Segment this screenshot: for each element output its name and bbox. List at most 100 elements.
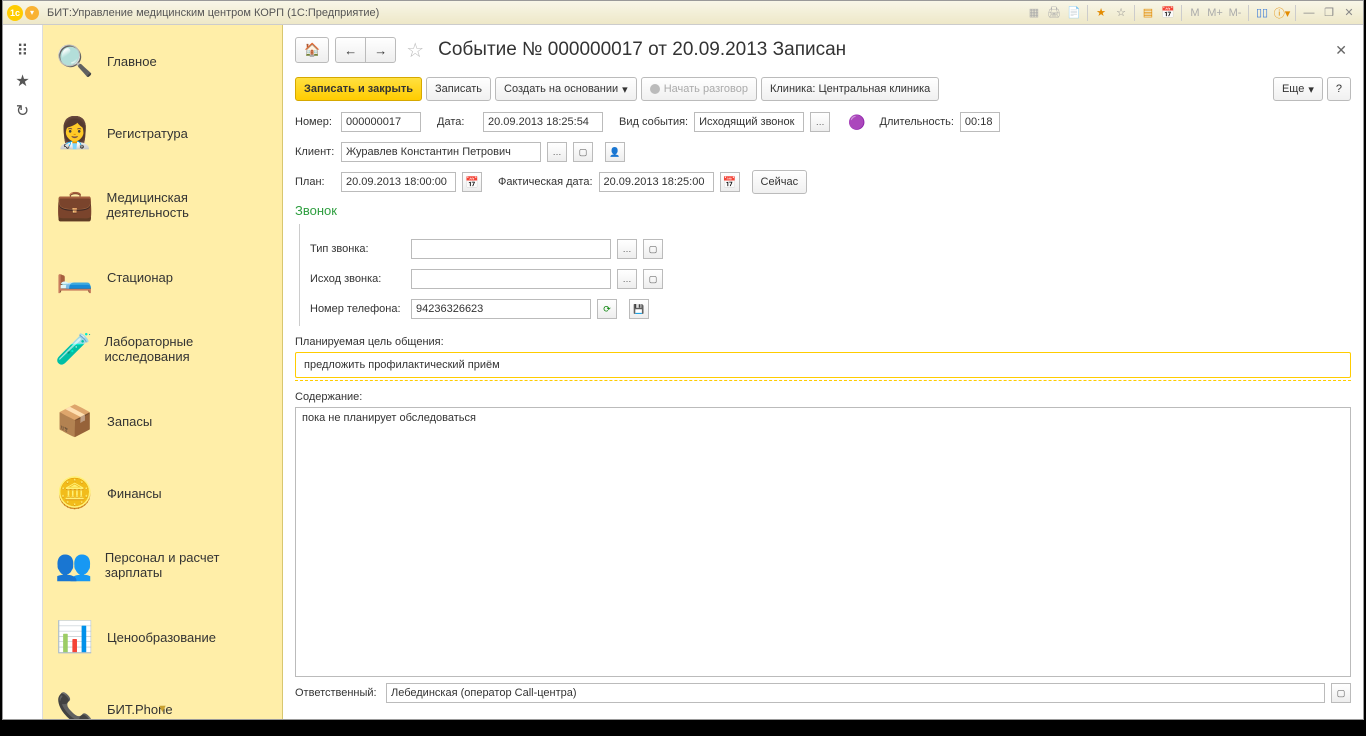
logo-1c-icon: 1c [7,5,23,21]
number-field[interactable]: 000000017 [341,112,421,132]
create-based-button[interactable]: Создать на основании ▾ [495,77,637,101]
app-dropdown-icon[interactable]: ▾ [25,6,39,20]
plan-calendar-button[interactable] [462,172,482,192]
lamp-icon: 🔍 [53,39,97,83]
save-button[interactable]: Записать [426,77,491,101]
event-type-label: Вид события: [619,116,688,128]
tb-icon-print[interactable]: 🖨 [1045,4,1063,22]
client-info-button[interactable]: 👤 [605,142,625,162]
duration-label: Длительность: [880,116,954,128]
plan-field[interactable]: 20.09.2013 18:00:00 [341,172,456,192]
sidebar-label: Медицинская деятельность [106,190,272,220]
sidebar-label: Регистратура [107,126,188,141]
star-icon[interactable]: ★ [1092,4,1110,22]
sidebar-item-hr[interactable]: 👥Персонал и расчет зарплаты [43,529,282,601]
nurse-icon: 👩‍⚕️ [53,111,97,155]
m-icon[interactable]: M [1186,4,1204,22]
sidebar-item-medical[interactable]: 💼 Медицинская деятельность [43,169,282,241]
more-button[interactable]: Еще ▾ [1273,77,1323,101]
purple-marker-icon: 🟣 [848,114,865,131]
date-field[interactable]: 20.09.2013 18:25:54 [483,112,603,132]
tb-icon-1[interactable]: ▦ [1025,4,1043,22]
clinic-button[interactable]: Клиника: Центральная клиника [761,77,939,101]
event-type-field[interactable]: Исходящий звонок [694,112,804,132]
forward-button[interactable]: → [365,37,396,63]
client-label: Клиент: [295,146,335,158]
client-open-button[interactable]: ▢ [573,142,593,162]
start-talk-label: Начать разговор [664,83,748,95]
iconbar: ⠿ ★ ↻ [3,25,43,719]
sidebar-item-lab[interactable]: 🧪Лабораторные исследования [43,313,282,385]
close-window-icon[interactable]: ✕ [1340,4,1358,22]
responsible-field[interactable]: Лебединская (оператор Call-центра) [386,683,1325,703]
call-section-box: Тип звонка: … ▢ Исход звонка: … ▢ Номер … [299,224,1351,326]
call-type-open-button[interactable]: ▢ [643,239,663,259]
phone-field[interactable]: 94236326623 [411,299,591,319]
duration-field[interactable]: 00:18 [960,112,1000,132]
m-plus-icon[interactable]: M+ [1206,4,1224,22]
sidebar-item-pricing[interactable]: 📊 Ценообразование [43,601,282,673]
call-result-open-button[interactable]: ▢ [643,269,663,289]
calendar-icon[interactable]: 📅 [1159,4,1177,22]
page-title: Событие № 000000017 от 20.09.2013 Записа… [438,39,846,61]
responsible-open-button[interactable]: ▢ [1331,683,1351,703]
chevron-down-icon: ▾ [1308,83,1314,96]
plan-label: План: [295,176,335,188]
divider-dotted [295,380,1351,381]
phone-refresh-button[interactable]: ⟳ [597,299,617,319]
event-type-select-button[interactable]: … [810,112,830,132]
phone-label: Номер телефона: [310,303,405,315]
sidebar-label: Ценообразование [107,630,216,645]
client-select-button[interactable]: … [547,142,567,162]
client-field[interactable]: Журавлев Константин Петрович [341,142,541,162]
favorite-star-icon[interactable]: ☆ [406,38,424,63]
minimize-icon[interactable]: — [1300,4,1318,22]
call-result-select-button[interactable]: … [617,269,637,289]
calc-icon[interactable]: ▤ [1139,4,1157,22]
call-type-field[interactable] [411,239,611,259]
call-result-label: Исход звонка: [310,273,405,285]
favorites-icon[interactable]: ★ [11,71,35,95]
now-button[interactable]: Сейчас [752,170,808,194]
coins-icon: 🪙 [53,471,97,515]
gray-dot-icon [650,84,660,94]
sidebar-item-finance[interactable]: 🪙 Финансы [43,457,282,529]
lab-icon: 🧪 [53,327,95,371]
fact-calendar-button[interactable] [720,172,740,192]
restore-icon[interactable]: ❐ [1320,4,1338,22]
fact-date-field[interactable]: 20.09.2013 18:25:00 [599,172,714,192]
fact-date-label: Фактическая дата: [498,176,593,188]
briefcase-icon: 💼 [53,183,96,227]
main-panel: 🏠 ← → ☆ Событие № 000000017 от 20.09.201… [283,25,1363,719]
call-type-select-button[interactable]: … [617,239,637,259]
window-title: БИТ:Управление медицинским центром КОРП … [47,7,379,19]
sidebar-item-stationary[interactable]: 🛏️Стационар [43,241,282,313]
sidebar-item-main[interactable]: 🔍 Главное [43,25,282,97]
phone-save-button[interactable]: 💾 [629,299,649,319]
close-tab-icon[interactable]: ✕ [1331,38,1351,63]
home-button[interactable]: 🏠 [295,37,329,63]
m-minus-icon[interactable]: M- [1226,4,1244,22]
content-textarea[interactable]: пока не планирует обследоваться [295,407,1351,677]
box-icon: 📦 [53,399,97,443]
sidebar-label: Финансы [107,486,162,501]
star-outline-icon[interactable]: ☆ [1112,4,1130,22]
sidebar-label: Персонал и расчет зарплаты [105,550,272,580]
info-icon[interactable]: ⓘ▾ [1273,4,1291,22]
sidebar-item-stock[interactable]: 📦Запасы [43,385,282,457]
tb-icon-doc[interactable]: 📄 [1065,4,1083,22]
chart-icon: 📊 [53,615,97,659]
help-button[interactable]: ? [1327,77,1351,101]
goal-field[interactable]: предложить профилактический приём [295,352,1351,378]
apps-icon[interactable]: ⠿ [11,41,35,65]
history-icon[interactable]: ↻ [11,101,35,125]
save-close-button[interactable]: Записать и закрыть [295,77,422,101]
call-result-field[interactable] [411,269,611,289]
panels-icon[interactable]: ▯▯ [1253,4,1271,22]
back-button[interactable]: ← [335,37,365,63]
call-type-label: Тип звонка: [310,243,405,255]
sidebar-expand-icon[interactable]: ▼ [157,703,168,715]
sidebar-item-registratura[interactable]: 👩‍⚕️ Регистратура [43,97,282,169]
start-talk-button[interactable]: Начать разговор [641,77,757,101]
sidebar-label: Главное [107,54,157,69]
